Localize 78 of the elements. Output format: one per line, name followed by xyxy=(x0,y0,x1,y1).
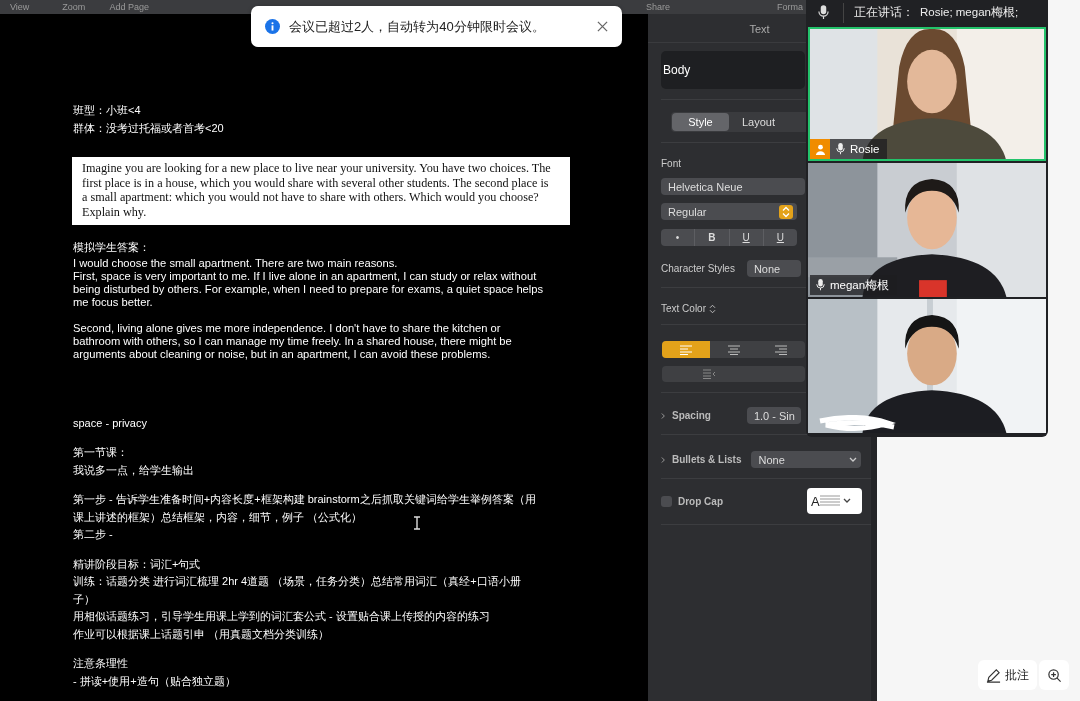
checkbox[interactable] xyxy=(661,495,672,507)
answer-heading: 模拟学生答案： xyxy=(73,240,150,255)
section-label: Spacing xyxy=(672,410,711,421)
text-cursor-icon xyxy=(413,516,421,530)
document-text: 第二步 - xyxy=(73,527,113,542)
inspector-tab[interactable]: Style xyxy=(672,113,729,131)
zoom-in-button[interactable] xyxy=(1039,660,1069,690)
participant-name: Rosie xyxy=(850,143,880,155)
up-down-chevron-icon xyxy=(709,303,716,314)
typeface-popup[interactable]: Regular xyxy=(661,203,797,220)
drop-cap-style-button[interactable]: A xyxy=(807,488,862,514)
paragraph-style-button[interactable]: Body xyxy=(661,51,805,89)
document-text: 第一步 - 告诉学生准备时间+内容长度+框架构建 brainstorm之后抓取关键词给学生举例答案（用 xyxy=(73,492,536,507)
question-text: Explain why. xyxy=(82,204,148,219)
disclosure-chevron-icon[interactable] xyxy=(661,411,666,420)
format-button[interactable]: U xyxy=(763,229,797,246)
document-text: 子） xyxy=(73,591,95,607)
participant-name: megan梅根 xyxy=(830,277,890,293)
section-label: Character Styles xyxy=(661,263,735,274)
microphone-icon xyxy=(836,143,845,155)
answer-text: being disturbed by others. For example, when I need to prepare for exams, a quiet space helps xyxy=(73,282,545,296)
answer-text: I would choose the small apartment. There are two main reasons. xyxy=(73,256,399,270)
bullets-popup[interactable]: None xyxy=(751,451,862,468)
indent-button[interactable] xyxy=(662,366,805,382)
document-text: 用相似话题练习，引导学生用课上学到的词汇套公式 - 设置贴合课上传授的内容的练习 xyxy=(73,609,490,624)
notification-text: 会议已超过2人，自动转为40分钟限时会议。 xyxy=(289,17,546,36)
section-label: Drop Cap xyxy=(678,495,723,507)
chevron-down-icon xyxy=(842,498,851,504)
section-label: Bullets & Lists xyxy=(672,454,742,465)
document-text: 第一节课： xyxy=(73,445,128,460)
section-label: Text Color xyxy=(661,303,706,314)
indent-icon xyxy=(702,369,716,379)
character-styles-popup[interactable]: None xyxy=(746,260,801,277)
close-icon[interactable] xyxy=(597,21,608,32)
info-icon xyxy=(265,19,280,34)
toolbar-item[interactable]: Add Page xyxy=(109,2,149,12)
section-label: Font xyxy=(661,158,682,169)
document-text: 班型：小班<4 xyxy=(73,103,141,118)
format-button[interactable]: U xyxy=(729,229,764,246)
document-text: - 拼读+使用+造句（贴合独立题） xyxy=(73,673,236,689)
toolbar-item[interactable]: Zoom xyxy=(62,2,86,12)
answer-text: Second, living alone gives me more independence. I don't have to share the kitchen or xyxy=(73,321,502,335)
question-text: Imagine you are looking for a new place to live near your university. You have two choices. The xyxy=(82,161,552,176)
document-text: 我说多一点，给学生输出 xyxy=(73,462,194,478)
zoom-in-icon xyxy=(1046,667,1062,683)
spacing-popup[interactable]: 1.0 - Sin xyxy=(746,407,801,424)
question-text: first place is in a house, which you would share with several other students. The second place is xyxy=(82,175,550,190)
align-lines-icon xyxy=(774,344,789,355)
microphone-icon[interactable] xyxy=(818,5,829,20)
document-text: 课上讲述的框架）总结框架，内容，细节，例子 （公式化） xyxy=(73,509,363,525)
align-lines-icon xyxy=(678,344,693,355)
microphone-icon xyxy=(816,279,825,291)
format-button[interactable]: • xyxy=(661,229,696,246)
annotate-button[interactable]: 批注 xyxy=(978,660,1037,690)
document-text: 群体：没考过托福或者首考<20 xyxy=(73,120,224,136)
document-text: space - privacy xyxy=(73,415,147,431)
answer-text: First, space is very important to me. If I live alone in an apartment, I can study or relax without xyxy=(73,269,538,283)
text-lines-icon xyxy=(819,494,840,508)
align-lines-icon xyxy=(726,344,741,355)
format-button[interactable]: B xyxy=(695,229,730,246)
document-text: 注意条理性 xyxy=(73,656,128,671)
answer-text: me focus better. xyxy=(73,295,154,309)
document-text: 训练：话题分类 进行词汇梳理 2hr 4道题 （场景，任务分类）总结常用词汇（真经+口语小册 xyxy=(73,574,521,589)
font-family-popup[interactable]: Helvetica Neue xyxy=(661,178,805,195)
disclosure-chevron-icon[interactable] xyxy=(661,455,666,464)
answer-text: bathroom with others, so I can manage my time freely. In a shared house, there might be xyxy=(73,334,513,348)
answer-text: arguments about cleaning or noise, but in an apartment, I can avoid these problems. xyxy=(73,347,492,361)
toolbar-item[interactable]: View xyxy=(10,2,30,12)
speaker-names: Rosie; megan梅根; xyxy=(920,5,1019,20)
pencil-icon xyxy=(986,667,1001,683)
document-text: 精讲阶段目标：词汇+句式 xyxy=(73,556,201,572)
toolbar-item[interactable]: Forma xyxy=(776,2,803,12)
document-text: 作业可以根据课上话题引申 （用真题文档分类训练） xyxy=(73,626,330,642)
toolbar-item[interactable]: Share xyxy=(645,2,670,12)
inspector-tab[interactable]: Layout xyxy=(729,113,786,131)
question-text: a small apartment: which you would not have to share with others. Which would you choose? xyxy=(82,190,540,205)
stepper-icon xyxy=(779,204,793,219)
chevron-down-icon xyxy=(849,456,858,463)
